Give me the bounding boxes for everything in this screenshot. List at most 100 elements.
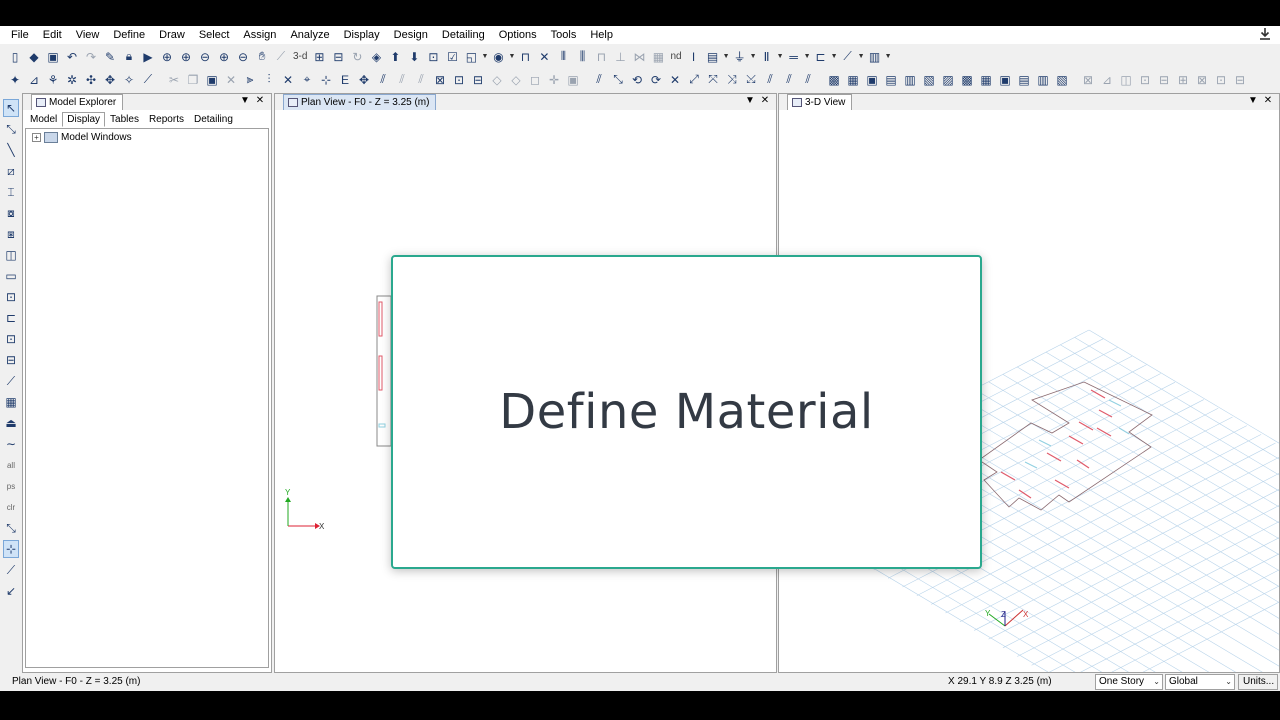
perspective-icon[interactable]: ◈ (367, 48, 385, 66)
model-explorer-tab[interactable]: Model Explorer (31, 94, 124, 110)
brace-dropdown-icon[interactable]: ▼ (831, 48, 838, 66)
draw-slab-icon[interactable]: ⤨ (723, 71, 741, 89)
pointer-icon[interactable]: ↖ (3, 99, 19, 117)
move-icon[interactable]: ✥ (355, 71, 373, 89)
design-check-icon[interactable]: ▨ (939, 71, 957, 89)
design-wall-icon[interactable]: ▥ (901, 71, 919, 89)
design-detail-icon[interactable]: ▦ (977, 71, 995, 89)
wall-dropdown-icon[interactable]: ▼ (885, 48, 892, 66)
redo-icon[interactable]: ↷ (82, 48, 100, 66)
dropdown-arrow-icon[interactable]: ▼ (239, 95, 251, 106)
select-all-icon[interactable]: ☑ (443, 48, 461, 66)
design-concrete-icon[interactable]: ▦ (844, 71, 862, 89)
draw-line-dropdown-icon[interactable]: ▼ (858, 48, 865, 66)
snap-intersect-icon[interactable]: ◇ (488, 71, 506, 89)
draw-wall-icon[interactable]: ⤩ (742, 71, 760, 89)
snap-extension-icon[interactable]: ⟋ (3, 561, 19, 579)
draw-wave-icon[interactable]: ∼ (3, 435, 19, 453)
column-dropdown-icon[interactable]: ▼ (777, 48, 784, 66)
open-icon[interactable]: ◆ (25, 48, 43, 66)
close-icon[interactable]: ✕ (759, 95, 771, 106)
snap-grid-icon[interactable]: ▣ (564, 71, 582, 89)
tendon-icon[interactable]: ⋈ (630, 48, 648, 66)
draw-cross-brace-icon[interactable]: ⧆ (3, 225, 19, 243)
area-loads-icon[interactable]: ⫽ (393, 71, 411, 89)
clear-selection-icon[interactable]: clr (3, 498, 19, 516)
beam-dropdown-icon[interactable]: ▼ (804, 48, 811, 66)
view-cube-dropdown-icon[interactable]: ▼ (508, 48, 515, 66)
object-shrink-icon[interactable]: ⊡ (424, 48, 442, 66)
menu-assign[interactable]: Assign (236, 26, 283, 44)
menu-edit[interactable]: Edit (36, 26, 69, 44)
frame-section-icon[interactable]: ⫼ (573, 48, 591, 66)
zoom-out-icon[interactable]: ⊖ (196, 48, 214, 66)
menu-display[interactable]: Display (337, 26, 387, 44)
plan-view-icon[interactable]: ⊞ (310, 48, 328, 66)
paste-icon[interactable]: ▣ (203, 71, 221, 89)
filter-dropdown-icon[interactable]: ▼ (750, 48, 757, 66)
stress-icon[interactable]: ◫ (1117, 71, 1135, 89)
download-icon[interactable] (1258, 27, 1272, 41)
dropdown-arrow-icon[interactable]: ▼ (1247, 95, 1259, 106)
draw-rect-floor-icon[interactable]: ▭ (3, 267, 19, 285)
temperature-icon[interactable]: ⫽ (412, 71, 430, 89)
save-icon[interactable]: ▣ (44, 48, 62, 66)
area-section-icon[interactable]: ⊓ (592, 48, 610, 66)
assign-frames-icon[interactable]: ⫴ (554, 48, 572, 66)
move-up-icon[interactable]: ⬆ (386, 48, 404, 66)
zoom-window-icon[interactable]: ⊕ (158, 48, 176, 66)
draw-brace-icon[interactable]: ⟳ (647, 71, 665, 89)
design-combo-icon[interactable]: ▥ (1034, 71, 1052, 89)
close-icon[interactable]: ✕ (1262, 95, 1274, 106)
display-options-dropdown-icon[interactable]: ▼ (481, 48, 488, 66)
merge-icon[interactable]: ✕ (279, 71, 297, 89)
snap-points-icon[interactable]: ⊠ (431, 71, 449, 89)
tree-node-model-windows[interactable]: + Model Windows (32, 132, 132, 143)
draw-secondary-icon[interactable]: ✕ (666, 71, 684, 89)
draw-link-tool-icon[interactable]: ⟋ (3, 372, 19, 390)
elevation-view-icon[interactable]: ⊟ (329, 48, 347, 66)
menu-view[interactable]: View (69, 26, 107, 44)
pan-icon[interactable]: ✋︎ (253, 48, 271, 66)
menu-draw[interactable]: Draw (152, 26, 192, 44)
lock-icon[interactable]: 🔒︎ (120, 48, 138, 66)
spring-icon[interactable]: ⚘ (44, 71, 62, 89)
snap-perp-tool-icon[interactable]: ↙ (3, 582, 19, 600)
forces-icon[interactable]: ⊿ (1098, 71, 1116, 89)
draw-beam-icon[interactable]: ⤡ (609, 71, 627, 89)
edit-grid-icon[interactable]: Ε (336, 71, 354, 89)
tab-model[interactable]: Model (25, 112, 62, 127)
draw-floor-icon[interactable]: ◫ (3, 246, 19, 264)
nd-button[interactable]: nd (668, 48, 683, 66)
close-icon[interactable]: ✕ (254, 95, 266, 106)
snap-mid-icon[interactable]: ⊟ (469, 71, 487, 89)
view-3d-button[interactable]: 3-d (291, 48, 309, 66)
link-icon[interactable]: ⊥ (611, 48, 629, 66)
snap-ends-icon[interactable]: ⊡ (450, 71, 468, 89)
panel-zone-icon[interactable]: ✣ (82, 71, 100, 89)
zoom-in-icon[interactable]: ⊕ (215, 48, 233, 66)
column-icon[interactable]: Ⅱ (758, 48, 776, 66)
tab-reports[interactable]: Reports (144, 112, 189, 127)
menu-detailing[interactable]: Detailing (435, 26, 492, 44)
design-shear-wall-icon[interactable]: ▣ (996, 71, 1014, 89)
run-icon[interactable]: ▶ (139, 48, 157, 66)
draw-link-icon[interactable]: ⤢ (685, 71, 703, 89)
menu-design[interactable]: Design (387, 26, 435, 44)
modes-icon[interactable]: ⊟ (1155, 71, 1173, 89)
menu-file[interactable]: File (4, 26, 36, 44)
draw-opening-icon[interactable]: ⫽ (761, 71, 779, 89)
zoom-step-out-icon[interactable]: ⊖ (234, 48, 252, 66)
frame-loads-icon[interactable]: ⫽ (374, 71, 392, 89)
select-all-tool-icon[interactable]: all (3, 456, 19, 474)
extrude-icon[interactable]: ⊹ (317, 71, 335, 89)
snap-fine-icon[interactable]: ✛ (545, 71, 563, 89)
copy-icon[interactable]: ❐ (184, 71, 202, 89)
menu-select[interactable]: Select (192, 26, 237, 44)
frame-icon[interactable]: ⊓ (516, 48, 534, 66)
draw-tendon-icon[interactable]: ⏏ (3, 414, 19, 432)
draw-wall-tool-icon[interactable]: ⊏ (3, 309, 19, 327)
design-report-icon[interactable]: ▩ (958, 71, 976, 89)
menu-define[interactable]: Define (106, 26, 152, 44)
rotate-icon[interactable]: ↻ (348, 48, 366, 66)
